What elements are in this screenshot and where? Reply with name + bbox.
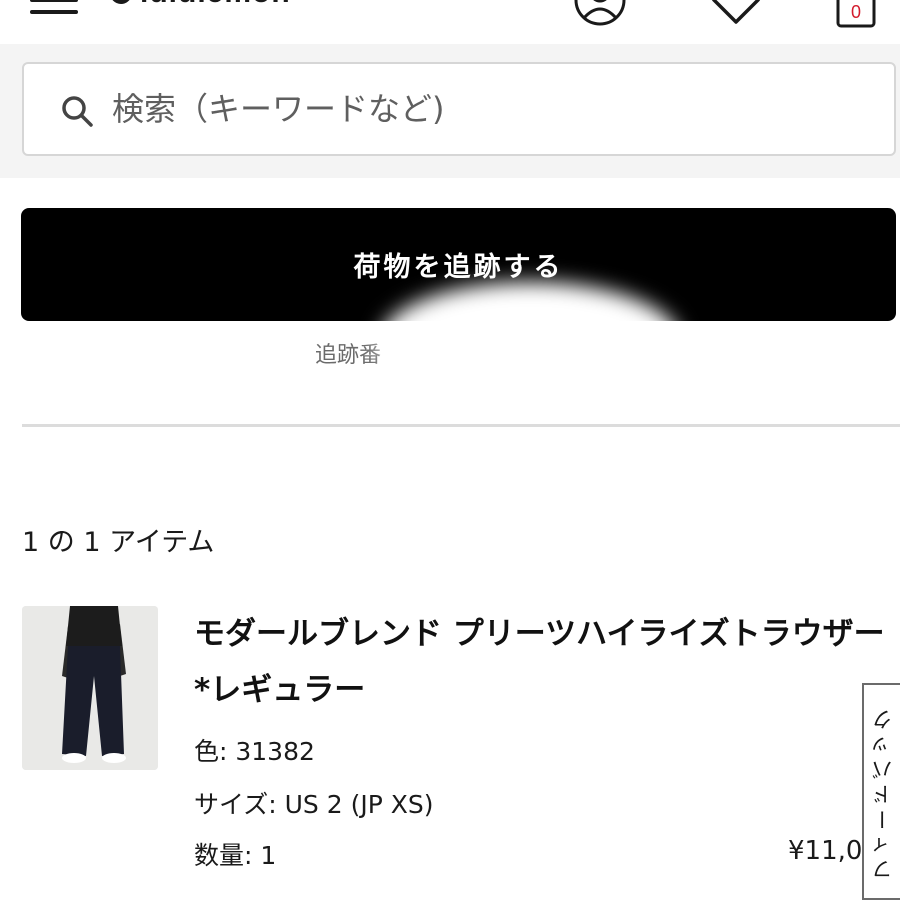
search-icon: [62, 96, 93, 127]
product-price: ¥11,0: [788, 836, 863, 866]
search-input[interactable]: 検索（キーワードなど): [22, 62, 896, 156]
feedback-label: フィードバック: [871, 705, 895, 881]
menu-icon[interactable]: [30, 0, 78, 16]
heart-icon[interactable]: [708, 0, 764, 26]
account-icon[interactable]: [574, 0, 626, 26]
redaction-blur: [380, 282, 680, 402]
section-divider: [22, 424, 900, 427]
lululemon-logo[interactable]: lululemon: [110, 0, 291, 10]
site-header: lululemon 0: [0, 0, 900, 44]
shopping-bag-icon[interactable]: 0: [832, 0, 880, 28]
product-quantity: 数量: 1: [194, 841, 277, 870]
logo-text: lululemon: [140, 0, 291, 10]
search-placeholder: 検索（キーワードなど): [112, 90, 445, 128]
feedback-tab[interactable]: フィードバック: [862, 683, 900, 900]
product-size: サイズ: US 2 (JP XS): [194, 790, 434, 819]
logo-mark-icon: [110, 0, 132, 4]
product-image[interactable]: [22, 606, 158, 770]
tracking-number-label: 追跡番: [315, 343, 382, 368]
product-name[interactable]: モダールブレンド プリーツハイライズトラウザー *レギュラー: [194, 606, 894, 718]
cart-count-badge: 0: [850, 2, 861, 22]
product-color: 色: 31382: [194, 737, 315, 766]
item-count: 1 の 1 アイテム: [22, 527, 215, 558]
